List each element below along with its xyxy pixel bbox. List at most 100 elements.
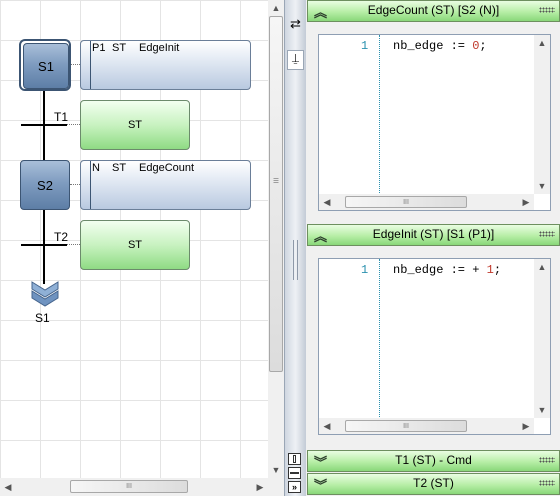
panel-t1-header[interactable]: ︾ T1 (ST) - Cmd: [307, 450, 560, 472]
panel-title: EdgeCount (ST) [S2 (N)]: [367, 3, 500, 17]
scroll-grip: III: [271, 177, 279, 184]
code-terminator: ;: [493, 263, 502, 277]
layout-vertical-button[interactable]: [288, 453, 301, 465]
editor-vertical-scrollbar[interactable]: ▲ ▼: [534, 35, 550, 194]
scrollbar-corner: [268, 478, 284, 496]
transition-t2-label: T2: [54, 230, 69, 244]
jump-target-label: S1: [35, 311, 50, 325]
action-qualifier: N: [92, 162, 100, 174]
editor-hscroll-thumb[interactable]: III: [345, 196, 467, 208]
scroll-left-icon[interactable]: ◀: [319, 418, 335, 434]
step-s2-action-block[interactable]: N ST EdgeCount: [80, 160, 251, 210]
gutter-separator: [379, 35, 380, 193]
transition-t1-bar[interactable]: [21, 124, 67, 126]
code-text: nb_edge := +: [393, 263, 487, 277]
code-number-literal: 1: [486, 263, 494, 277]
panel-title: T1 (ST) - Cmd: [395, 453, 472, 467]
code-editor-edgecount[interactable]: 1 nb_edge := 0; ▲ ▼ ◀ III ▶: [318, 34, 551, 211]
panel-t2-header[interactable]: ︾ T2 (ST): [307, 473, 560, 495]
panel-edgecount-header[interactable]: ︽ EdgeCount (ST) [S2 (N)]: [307, 0, 560, 22]
code-line[interactable]: nb_edge := 0;: [393, 39, 487, 53]
transition-t1-label: T1: [54, 110, 69, 124]
action-qualifier: P1: [92, 42, 106, 54]
swap-icon: ⇄: [290, 16, 301, 31]
transition-t2-body-label: ST: [127, 239, 143, 251]
pin-icon: ⍊: [291, 51, 300, 65]
editor-horizontal-scrollbar[interactable]: ◀ III ▶: [319, 194, 534, 210]
panel-grip-icon[interactable]: [539, 231, 555, 237]
action-name: EdgeInit: [139, 42, 180, 54]
action-qualifier-bar: [90, 161, 91, 209]
action-type: ST: [112, 162, 127, 174]
scroll-left-icon[interactable]: ◀: [0, 479, 16, 495]
line-gutter: [319, 259, 379, 417]
scroll-right-icon[interactable]: ▶: [252, 479, 268, 495]
transition-t1-body-label: ST: [127, 119, 143, 131]
scroll-up-icon[interactable]: ▲: [268, 0, 284, 16]
step-s1-action-link: [71, 64, 80, 65]
scroll-up-icon[interactable]: ▲: [534, 35, 550, 51]
scroll-right-icon[interactable]: ▶: [518, 194, 534, 210]
line-gutter: [319, 35, 379, 193]
layout-horizontal-button[interactable]: [288, 467, 301, 479]
scroll-left-icon[interactable]: ◀: [319, 194, 335, 210]
scroll-down-icon[interactable]: ▼: [534, 402, 550, 418]
scroll-grip: III: [403, 199, 409, 206]
panel-splitter[interactable]: ⇄ ⍊ »: [284, 0, 306, 496]
step-s1-action-block[interactable]: P1 ST EdgeInit: [80, 40, 251, 90]
collapse-chevron-icon[interactable]: ︽: [314, 2, 327, 21]
code-terminator: ;: [479, 39, 487, 53]
editor-hscroll-thumb[interactable]: III: [345, 420, 467, 432]
gutter-separator: [379, 259, 380, 417]
expand-chevron-icon[interactable]: ︾: [314, 452, 327, 471]
editor-vertical-scrollbar[interactable]: ▲ ▼: [534, 259, 550, 418]
jump-arrow-icon[interactable]: [30, 280, 60, 310]
canvas-horizontal-scrollbar[interactable]: ◀ III ▶: [0, 478, 268, 496]
step-s1-box: S1: [23, 43, 69, 89]
layout-horizontal-icon: [290, 472, 299, 474]
code-text: nb_edge :=: [393, 39, 473, 53]
action-qualifier-bar: [90, 41, 91, 89]
panel-title: EdgeInit (ST) [S1 (P1)]: [372, 227, 495, 241]
transition-t2-body[interactable]: ST: [80, 220, 190, 270]
code-editor-edgeinit[interactable]: 1 nb_edge := + 1; ▲ ▼ ◀ III ▶: [318, 258, 551, 435]
scroll-right-icon[interactable]: ▶: [518, 418, 534, 434]
step-s1[interactable]: S1: [19, 39, 71, 91]
expand-chevron-icon[interactable]: ︾: [314, 475, 327, 494]
sfc-canvas[interactable]: S1 P1 ST EdgeInit T1 ST S2 N ST EdgeCoun…: [0, 0, 268, 478]
transition-t2-bar[interactable]: [21, 244, 67, 246]
panel-edgeinit-header[interactable]: ︽ EdgeInit (ST) [S1 (P1)]: [307, 224, 560, 246]
collapse-chevron-icon[interactable]: ︽: [314, 226, 327, 245]
transition-t1-body[interactable]: ST: [80, 100, 190, 150]
scroll-grip: III: [126, 483, 132, 490]
line-number: 1: [361, 39, 369, 53]
action-type: ST: [112, 42, 127, 54]
pin-button[interactable]: ⍊: [287, 50, 304, 70]
step-s2-label: S2: [37, 177, 53, 193]
scroll-grip: III: [403, 423, 409, 430]
panel-grip-icon[interactable]: [539, 480, 555, 486]
editor-horizontal-scrollbar[interactable]: ◀ III ▶: [319, 418, 534, 434]
line-number: 1: [361, 263, 369, 277]
splitter-grip[interactable]: [293, 240, 298, 280]
transition-t2-link: [67, 244, 80, 245]
step-s2-action-link: [70, 184, 80, 185]
panel-title: T2 (ST): [413, 476, 454, 490]
layout-vertical-icon: [293, 455, 296, 463]
double-chevron-right-icon: »: [291, 482, 297, 492]
transition-t1-link: [67, 124, 80, 125]
panel-grip-icon[interactable]: [539, 7, 555, 13]
code-line[interactable]: nb_edge := + 1;: [393, 263, 501, 277]
scroll-down-icon[interactable]: ▼: [268, 462, 284, 478]
action-name: EdgeCount: [139, 162, 195, 174]
canvas-vscroll-thumb[interactable]: III: [269, 16, 283, 372]
swap-panels-button[interactable]: ⇄: [287, 16, 304, 36]
step-s2[interactable]: S2: [20, 160, 70, 210]
canvas-hscroll-thumb[interactable]: III: [70, 480, 188, 493]
step-s1-label: S1: [38, 58, 54, 74]
collapse-all-button[interactable]: »: [288, 481, 301, 493]
panel-grip-icon[interactable]: [539, 457, 555, 463]
scroll-down-icon[interactable]: ▼: [534, 178, 550, 194]
scroll-up-icon[interactable]: ▲: [534, 259, 550, 275]
canvas-vertical-scrollbar[interactable]: ▲ III ▼: [268, 0, 284, 478]
